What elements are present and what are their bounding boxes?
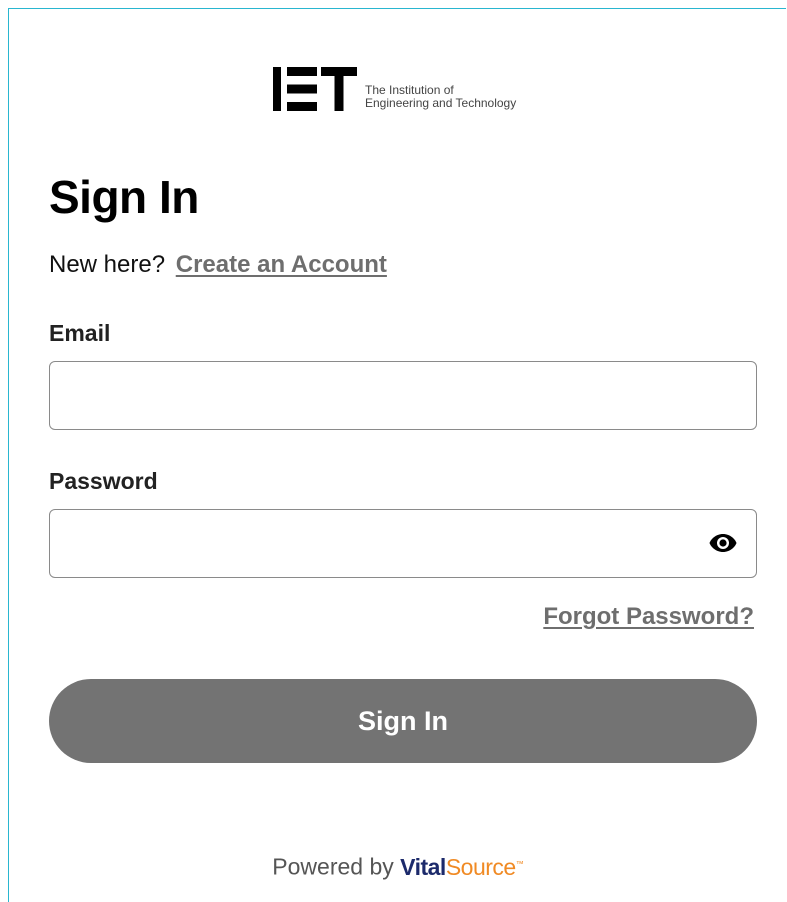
new-here-row: New here? Create an Account: [49, 249, 387, 281]
powered-by-text: Powered by: [272, 853, 394, 880]
logo-line-2: Engineering and Technology: [365, 96, 517, 110]
vitalsource-vital: Vital: [400, 853, 446, 880]
sign-in-button[interactable]: Sign In: [49, 679, 757, 763]
forgot-password-link[interactable]: Forgot Password?: [543, 601, 754, 633]
powered-by: Powered by VitalSource™: [9, 849, 787, 882]
create-account-link[interactable]: Create an Account: [176, 251, 387, 278]
trademark-mark: ™: [515, 859, 524, 868]
email-field[interactable]: [49, 361, 757, 430]
vitalsource-source: Source: [445, 853, 516, 880]
password-field[interactable]: [49, 509, 757, 578]
new-here-text: New here?: [49, 251, 166, 278]
password-label: Password: [49, 468, 158, 494]
page-title: Sign In: [49, 171, 199, 223]
vitalsource-logo: VitalSource™: [400, 854, 524, 880]
iet-logo-text: The Institution of Engineering and Techn…: [365, 84, 516, 111]
iet-logo: The Institution of Engineering and Techn…: [273, 67, 516, 111]
iet-logo-mark: [273, 67, 357, 111]
sign-in-panel: The Institution of Engineering and Techn…: [8, 8, 786, 902]
email-label: Email: [49, 320, 111, 346]
eye-icon[interactable]: [707, 531, 739, 555]
